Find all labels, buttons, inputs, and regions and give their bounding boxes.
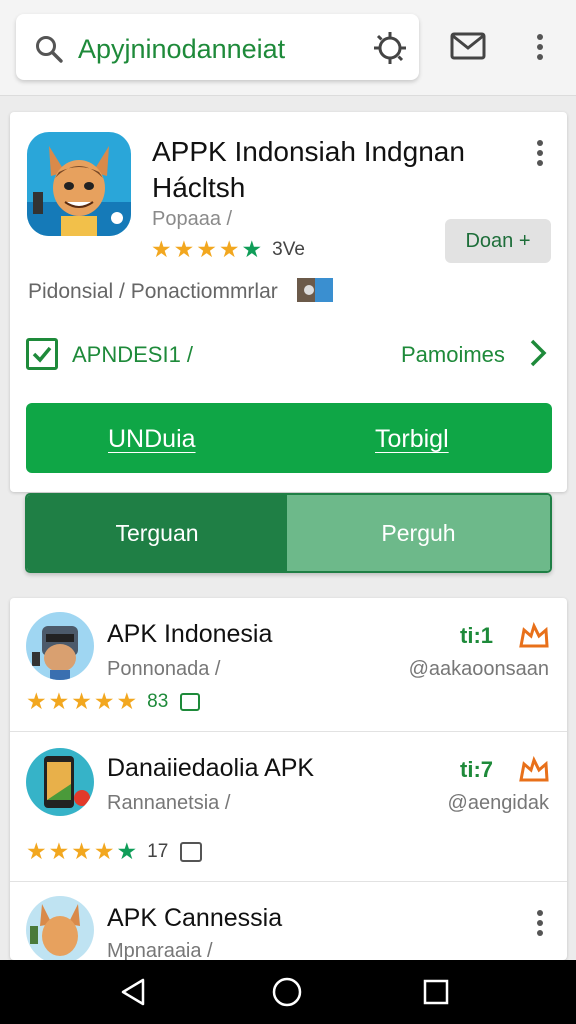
install-label-right: Torbigl xyxy=(375,425,449,453)
star-icon: ★ xyxy=(71,838,92,864)
home-icon[interactable] xyxy=(271,976,303,1008)
back-icon[interactable] xyxy=(117,976,149,1008)
more-vert-icon[interactable] xyxy=(536,910,544,940)
star-icon: ★ xyxy=(48,688,70,714)
download-pill-button[interactable]: Doan + xyxy=(445,219,551,263)
featured-app-card: APPK Indonsiah Indgnan Hácltsh Popaaa / … xyxy=(10,112,567,492)
star-icon: ★ xyxy=(71,688,92,714)
star-icon: ★ xyxy=(26,688,47,714)
star-icon: ★ xyxy=(26,838,47,864)
app-title: Danaiiedaolia APK xyxy=(107,754,315,782)
rating: ★ ★ ★ ★ ★ 17 xyxy=(26,838,203,864)
segment-right[interactable]: Perguh xyxy=(287,495,550,571)
lens-icon[interactable] xyxy=(372,30,408,66)
app-subtitle: Ponnonada / xyxy=(107,658,221,680)
thumbnail-icon xyxy=(297,278,333,302)
app-title: APK Indonesia xyxy=(107,620,273,648)
badge-icon xyxy=(180,692,201,711)
list-item[interactable]: Danaiiedaolia APK Rannanetsia / ti:7 @ae… xyxy=(10,732,567,882)
segmented-control: Terguan Perguh xyxy=(25,493,552,573)
chevron-right-icon[interactable] xyxy=(528,338,548,368)
star-icon: ★ xyxy=(151,236,172,262)
app-icon[interactable] xyxy=(27,132,131,236)
star-icon: ★ xyxy=(48,838,70,864)
system-nav-bar xyxy=(0,960,576,1024)
app-subtitle: Rannanetsia / xyxy=(107,792,231,814)
segment-left[interactable]: Terguan xyxy=(27,495,287,571)
app-handle: @aengidak xyxy=(447,792,549,814)
app-handle: @aakaoonsaan xyxy=(408,658,549,680)
list-item[interactable]: APK Cannessia Mpnaraaia / xyxy=(10,882,567,960)
install-button[interactable]: UNDuia Torbigl xyxy=(26,403,552,473)
crown-badge-icon xyxy=(519,622,549,648)
app-list: APK Indonesia Ponnonada / ti:1 @aakaoons… xyxy=(10,598,567,960)
star-icon: ★ xyxy=(116,688,138,714)
app-subtitle: Mpnaraaia / xyxy=(107,940,213,960)
search-icon xyxy=(36,36,63,63)
checkbox[interactable] xyxy=(26,338,58,370)
recents-icon[interactable] xyxy=(420,976,452,1008)
install-label-left: UNDuia xyxy=(108,425,196,453)
app-meta: Pidonsial / Ponactiommrlar xyxy=(28,280,278,303)
rating-text: 83 xyxy=(147,690,169,712)
app-size: ti:7 xyxy=(460,757,493,782)
app-icon[interactable] xyxy=(26,748,94,816)
check-icon xyxy=(32,346,52,363)
app-title: APPK Indonsiah Indgnan Hácltsh xyxy=(152,136,465,203)
rating: ★ ★ ★ ★ ★ 3Ve xyxy=(151,238,305,261)
crown-badge-icon xyxy=(519,756,549,782)
star-icon: ★ xyxy=(241,236,263,262)
rating: ★ ★ ★ ★ ★ 83 xyxy=(26,688,201,714)
developer-name[interactable]: Popaaa / xyxy=(152,208,232,231)
star-icon: ★ xyxy=(196,236,217,262)
search-input[interactable]: Apyjninodanneiat xyxy=(78,34,285,65)
more-link[interactable]: Pamoimes xyxy=(401,342,505,368)
more-vert-icon[interactable] xyxy=(536,34,544,64)
mail-icon[interactable] xyxy=(450,28,486,64)
star-icon: ★ xyxy=(218,236,240,262)
checkbox-label: APNDESI1 / xyxy=(72,342,194,367)
app-icon[interactable] xyxy=(26,612,94,680)
list-item[interactable]: APK Indonesia Ponnonada / ti:1 @aakaoons… xyxy=(10,598,567,732)
app-icon[interactable] xyxy=(26,896,94,960)
star-icon: ★ xyxy=(93,688,115,714)
app-size: ti:1 xyxy=(460,623,493,648)
star-icon: ★ xyxy=(173,236,195,262)
star-icon: ★ xyxy=(116,838,138,864)
search-bar[interactable]: Apyjninodanneiat xyxy=(16,14,419,80)
top-app-bar: Apyjninodanneiat xyxy=(0,0,576,96)
rating-text: 17 xyxy=(147,840,169,862)
star-icon: ★ xyxy=(93,838,115,864)
rating-text: 3Ve xyxy=(272,238,305,260)
more-vert-icon[interactable] xyxy=(536,140,544,170)
app-title: APK Cannessia xyxy=(107,904,283,932)
badge-icon xyxy=(180,841,203,862)
